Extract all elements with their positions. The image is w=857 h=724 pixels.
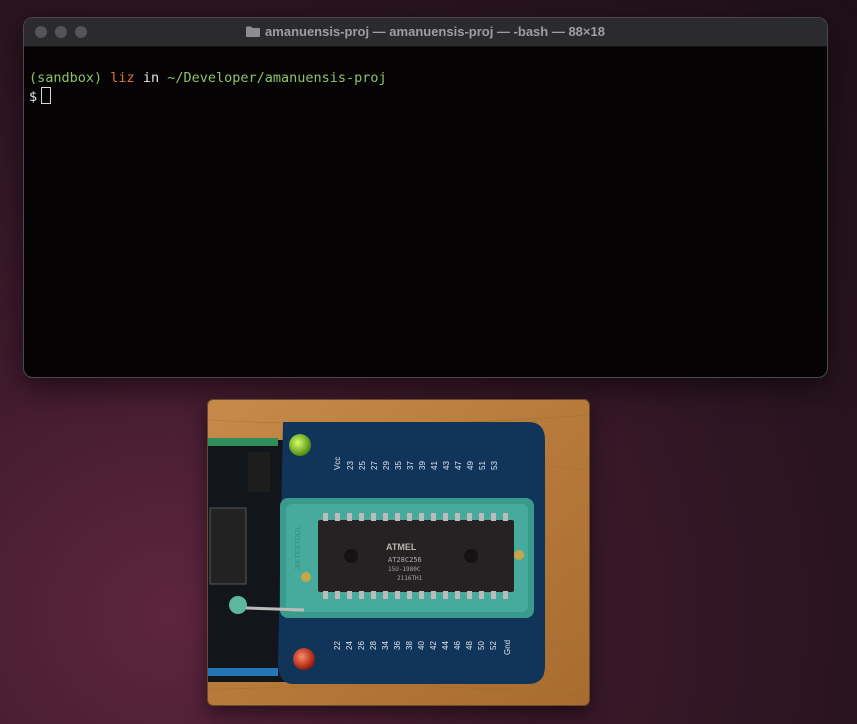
top-pin-label: Vcc xyxy=(333,457,342,470)
bottom-pin-label: 48 xyxy=(465,641,474,650)
prompt-in: in xyxy=(142,70,160,86)
top-pin-label: 51 xyxy=(478,461,487,470)
prompt-symbol: $ xyxy=(29,89,38,105)
bottom-pin-label: 22 xyxy=(333,641,342,650)
top-pin-label: 43 xyxy=(442,461,451,470)
command-line[interactable]: $ xyxy=(29,87,822,106)
bottom-pin-label: 50 xyxy=(477,641,486,650)
top-pin-label: 23 xyxy=(346,461,355,470)
top-pin-label: 53 xyxy=(490,461,499,470)
prompt-line: (sandbox) liz in ~/Developer/amanuensis-… xyxy=(29,69,822,87)
bottom-pin-label: 38 xyxy=(405,641,414,650)
bottom-pin-label: 34 xyxy=(381,641,390,650)
bottom-pin-label: 44 xyxy=(441,641,450,650)
header-strip-top xyxy=(208,438,278,446)
top-pin-label: 29 xyxy=(382,461,391,470)
prompt-user: liz xyxy=(110,70,135,86)
bottom-pin-label: 46 xyxy=(453,641,462,650)
bottom-pin-label: 40 xyxy=(417,641,426,650)
circuit-photo: ATMEL AT28C256 15U-1980C 2116TH1 Vcc 23 … xyxy=(207,399,590,706)
screw-right xyxy=(514,550,524,560)
green-led xyxy=(289,434,311,456)
bottom-pin-label: 28 xyxy=(369,641,378,650)
title-bar[interactable]: amanuensis-proj — amanuensis-proj — -bas… xyxy=(24,18,827,47)
top-pin-label: 35 xyxy=(394,461,403,470)
bottom-pin-label: 52 xyxy=(489,641,498,650)
top-pin-label: 25 xyxy=(358,461,367,470)
window-title: amanuensis-proj — amanuensis-proj — -bas… xyxy=(265,24,605,39)
prompt-env: (sandbox) xyxy=(29,70,103,86)
bottom-pin-label: 24 xyxy=(345,641,354,650)
screw-left xyxy=(301,572,311,582)
chip-line3: 2116TH1 xyxy=(397,575,423,582)
red-led xyxy=(293,648,315,670)
top-pin-label: 41 xyxy=(430,461,439,470)
top-pin-label: 37 xyxy=(406,461,415,470)
chip-line2: 15U-1980C xyxy=(388,566,421,573)
top-pin-label: 27 xyxy=(370,461,379,470)
window-title-container: amanuensis-proj — amanuensis-proj — -bas… xyxy=(24,24,827,39)
bottom-pin-label: Gnd xyxy=(503,640,512,655)
socket-lever-knob xyxy=(229,596,247,614)
top-pin-label: 39 xyxy=(418,461,427,470)
bottom-pin-label: 26 xyxy=(357,641,366,650)
socket-brand: 3M TEXTOOL xyxy=(295,526,302,570)
bottom-pin-label: 36 xyxy=(393,641,402,650)
top-pin-label: 49 xyxy=(466,461,475,470)
chip-brand: ATMEL xyxy=(386,542,417,552)
terminal-output[interactable]: (sandbox) liz in ~/Developer/amanuensis-… xyxy=(24,47,827,106)
terminal-window[interactable]: amanuensis-proj — amanuensis-proj — -bas… xyxy=(23,17,828,378)
bottom-pin-label: 42 xyxy=(429,641,438,650)
folder-icon xyxy=(246,26,261,37)
circuit-board-image: ATMEL AT28C256 15U-1980C 2116TH1 Vcc 23 … xyxy=(208,400,589,705)
header-strip-bottom xyxy=(208,668,278,676)
prompt-path: ~/Developer/amanuensis-proj xyxy=(167,70,387,86)
top-pin-label: 47 xyxy=(454,461,463,470)
chip-model: AT28C256 xyxy=(388,556,422,564)
text-cursor xyxy=(41,87,52,104)
